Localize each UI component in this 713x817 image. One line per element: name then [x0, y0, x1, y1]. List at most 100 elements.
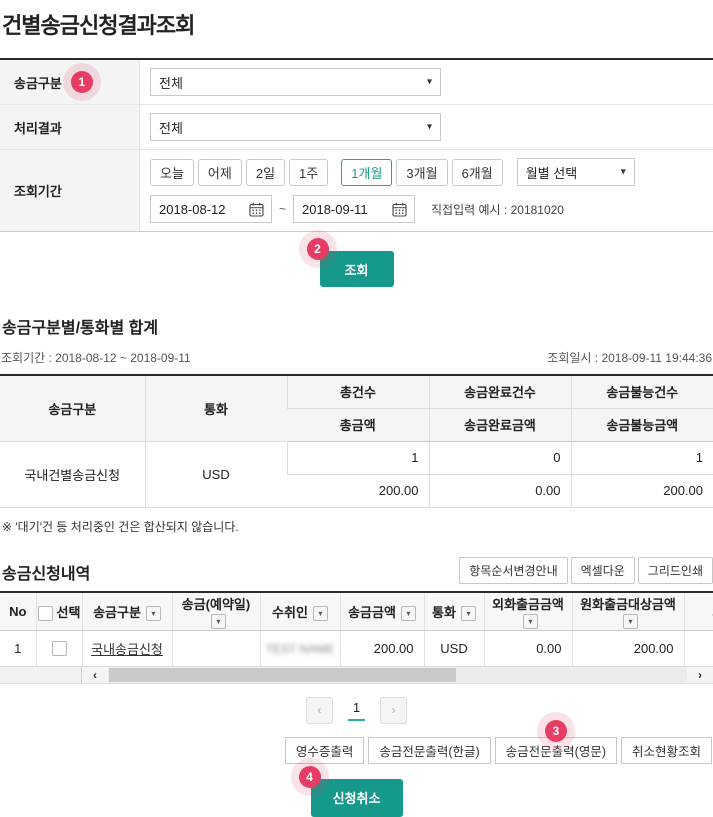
table-row: 1 국내송금신청 TEST NAME 200.00 USD 0.00 200.0… [0, 630, 713, 666]
excel-download-button[interactable]: 엑셀다운 [571, 557, 635, 584]
summary-cell-count-total: 1 [287, 441, 429, 474]
summary-cell-amt-fail: 200.00 [571, 474, 713, 507]
page: 건별송금신청결과조회 송금구분 1 전체 ▾ 처리결과 전체 ▾ [0, 0, 713, 817]
scroll-left-arrow-icon[interactable]: ‹ [82, 667, 108, 683]
grid-print-button[interactable]: 그리드인쇄 [638, 557, 713, 584]
detail-header-fx-amount-label: 외화출금금액 [492, 597, 564, 612]
date-to-input[interactable]: 2018-09-11 [293, 195, 415, 223]
period-label: 조회기간 [14, 181, 62, 200]
summary-cell-count-done: 0 [429, 441, 571, 474]
cancel-status-inquiry-button[interactable]: 취소현황조회 [621, 737, 712, 764]
scrollbar-frozen-pane [0, 667, 82, 683]
filter-dropdown-icon[interactable]: ▾ [146, 606, 161, 621]
filter-dropdown-icon[interactable]: ▾ [211, 614, 226, 629]
filter-row-remit-type: 송금구분 1 전체 ▾ [0, 60, 713, 105]
search-button[interactable]: 조회 [320, 251, 394, 287]
chevron-down-icon: ▾ [427, 122, 432, 133]
filter-dropdown-icon[interactable]: ▾ [313, 606, 328, 621]
detail-cell-fx-cut [684, 630, 713, 666]
period-button-today[interactable]: 오늘 [150, 159, 194, 186]
detail-header-currency-label: 통화 [432, 605, 456, 620]
period-button-2days[interactable]: 2일 [246, 159, 285, 186]
remit-type-label: 송금구분 [14, 73, 62, 92]
remit-message-print-english-area: 3 송금전문출력(영문) [495, 737, 617, 764]
chevron-down-icon: ▾ [427, 77, 432, 88]
receipt-print-button[interactable]: 영수증출력 [285, 737, 365, 764]
result-label-cell: 처리결과 [0, 105, 140, 149]
detail-cell-recipient: TEST NAME [260, 630, 340, 666]
page-prev-button[interactable]: ‹ [306, 697, 333, 724]
result-select[interactable]: 전체 ▾ [150, 113, 441, 141]
period-button-1week[interactable]: 1주 [289, 159, 328, 186]
step-badge-4: 4 [299, 766, 321, 788]
summary-header-count-fail: 송금불능건수 [571, 375, 713, 408]
scrollbar-thumb[interactable] [109, 668, 456, 682]
calendar-icon[interactable] [249, 202, 264, 217]
detail-header-select: 선택 [36, 593, 82, 631]
period-button-1month[interactable]: 1개월 [341, 159, 392, 186]
summary-header-amt-total: 총금액 [287, 408, 429, 441]
detail-cell-reserve-date [172, 630, 260, 666]
page-title: 건별송금신청결과조회 [2, 8, 713, 40]
filter-dropdown-icon[interactable]: ▾ [461, 606, 476, 621]
detail-grid: No 선택 송금구분▾ 송금(예약일)▾ 수취인 ▾ 송금금액 ▾ 통화 ▾ 외화출금… [0, 591, 713, 684]
summary-table: 송금구분 통화 총건수 송금완료건수 송금불능건수 총금액 송금완료금액 송금불… [0, 374, 713, 508]
detail-toolbar: 항목순서변경안내 엑셀다운 그리드인쇄 [459, 557, 713, 584]
detail-cell-select [36, 630, 82, 666]
application-cancel-button[interactable]: 신청취소 [311, 779, 403, 817]
detail-header-amount-label: 송금금액 [348, 605, 396, 620]
date-from-input[interactable]: 2018-08-12 [150, 195, 272, 223]
remit-type-label-cell: 송금구분 1 [0, 60, 140, 104]
detail-header-krw-amount-label: 원화출금대상금액 [580, 597, 676, 612]
detail-section-header: 송금신청내역 항목순서변경안내 엑셀다운 그리드인쇄 [0, 557, 713, 584]
detail-header-type: 송금구분▾ [82, 593, 172, 631]
calendar-icon[interactable] [392, 202, 407, 217]
period-button-6months[interactable]: 6개월 [452, 159, 503, 186]
summary-cell-amt-total: 200.00 [287, 474, 429, 507]
period-button-3months[interactable]: 3개월 [396, 159, 447, 186]
summary-cell-type: 국내건별송금신청 [0, 441, 145, 507]
row-checkbox[interactable] [52, 641, 67, 656]
detail-header-select-label: 선택 [57, 605, 81, 620]
detail-header-no: No [0, 593, 36, 631]
summary-cell-count-fail: 1 [571, 441, 713, 474]
detail-header-krw-amount: 원화출금대상금액 ▾ [572, 593, 684, 631]
column-order-guide-button[interactable]: 항목순서변경안내 [459, 557, 567, 584]
filter-dropdown-icon[interactable]: ▾ [623, 614, 638, 629]
horizontal-scrollbar: ‹ › [0, 667, 713, 684]
detail-cell-fx-amount: 0.00 [484, 630, 572, 666]
summary-header-currency: 통화 [145, 375, 287, 441]
chevron-down-icon: ▾ [621, 167, 626, 178]
period-button-yesterday[interactable]: 어제 [198, 159, 242, 186]
detail-header-amount: 송금금액 ▾ [340, 593, 424, 631]
page-next-button[interactable]: › [380, 697, 407, 724]
date-range-line: 2018-08-12 ~ 2018-09-11 직접입력 예시 : 201810… [150, 195, 713, 223]
step-badge-2: 2 [307, 238, 329, 260]
detail-header-currency: 통화 ▾ [424, 593, 484, 631]
detail-cell-currency: USD [424, 630, 484, 666]
month-select[interactable]: 월별 선택 ▾ [517, 158, 635, 186]
summary-query-time: 조회일시 : 2018-09-11 19:44:36 [547, 349, 712, 366]
scrollbar-track[interactable] [108, 667, 687, 683]
remit-message-print-korean-button[interactable]: 송금전문출력(한글) [368, 737, 490, 764]
detail-header-recipient-label: 수취인 [272, 605, 308, 620]
detail-section-title: 송금신청내역 [2, 560, 90, 584]
summary-header-count-done: 송금완료건수 [429, 375, 571, 408]
summary-header-type: 송금구분 [0, 375, 145, 441]
page-number-current[interactable]: 1 [348, 700, 365, 721]
summary-header-row-1: 송금구분 통화 총건수 송금완료건수 송금불능건수 [0, 375, 713, 408]
summary-header-count-total: 총건수 [287, 375, 429, 408]
remit-type-select[interactable]: 전체 ▾ [150, 68, 441, 96]
filter-dropdown-icon[interactable]: ▾ [401, 606, 416, 621]
filter-dropdown-icon[interactable]: ▾ [523, 614, 538, 629]
remit-detail-link[interactable]: 국내송금신청 [91, 642, 163, 657]
cancel-button-area: 4 신청취소 [311, 779, 403, 817]
filter-row-result: 처리결과 전체 ▾ [0, 105, 713, 150]
detail-header-date: 송금(예약일)▾ [172, 593, 260, 631]
summary-cell-currency: USD [145, 441, 287, 507]
detail-table: No 선택 송금구분▾ 송금(예약일)▾ 수취인 ▾ 송금금액 ▾ 통화 ▾ 외화출금… [0, 593, 713, 667]
scroll-right-arrow-icon[interactable]: › [687, 667, 713, 683]
detail-header-recipient: 수취인 ▾ [260, 593, 340, 631]
result-label: 처리결과 [14, 118, 62, 137]
select-all-checkbox[interactable] [38, 606, 53, 621]
